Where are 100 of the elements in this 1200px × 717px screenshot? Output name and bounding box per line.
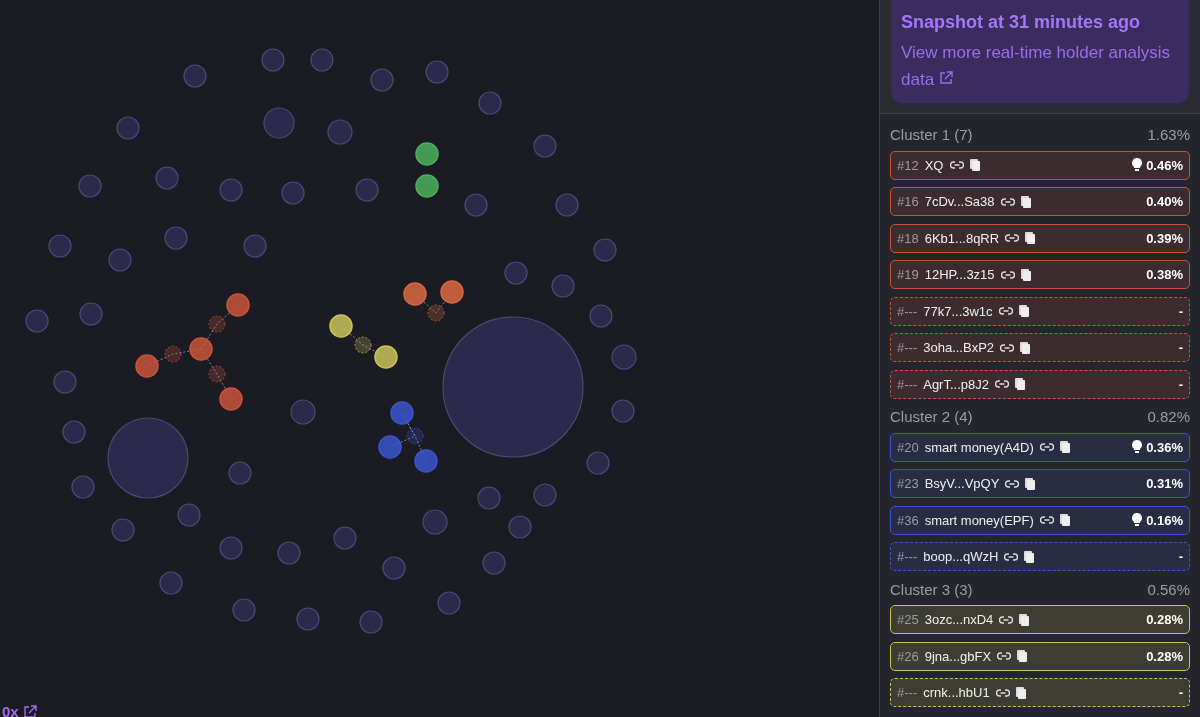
holder-node[interactable] [243, 234, 267, 258]
holder-row[interactable]: #--- AgrT...p8J2 - [890, 369, 1190, 399]
copy-icon[interactable] [1017, 650, 1028, 662]
holder-node[interactable] [589, 304, 613, 328]
holder-node[interactable] [437, 591, 461, 615]
holder-node[interactable] [310, 48, 334, 72]
holder-node[interactable] [155, 166, 179, 190]
copy-icon[interactable] [1025, 477, 1036, 490]
external-link-icon[interactable] [938, 71, 953, 85]
copy-icon[interactable] [1019, 613, 1030, 626]
holder-node[interactable] [135, 354, 159, 378]
link-icon[interactable] [995, 687, 1010, 698]
dashed-node[interactable] [164, 345, 182, 363]
dashed-node[interactable] [427, 304, 445, 322]
holder-row[interactable]: #23 BsyV...VpQY 0.31% [890, 469, 1190, 498]
holder-node[interactable] [593, 238, 617, 262]
holder-node[interactable] [333, 526, 357, 550]
holder-node[interactable] [611, 344, 637, 370]
holder-row[interactable]: #36 smart money(EPF) 0.16% [890, 505, 1190, 535]
holder-row[interactable]: #--- 3oha...BxP2 - [890, 333, 1190, 362]
copy-icon[interactable] [969, 159, 980, 171]
link-icon[interactable] [1000, 196, 1015, 207]
copy-icon[interactable] [1025, 232, 1036, 244]
holder-node[interactable] [281, 181, 305, 205]
holder-node[interactable] [53, 370, 77, 394]
link-icon[interactable] [999, 614, 1014, 625]
holder-node[interactable] [482, 551, 506, 575]
holder-node[interactable] [78, 174, 102, 198]
holder-row[interactable]: #16 7cDv...Sa38 0.40% [890, 187, 1190, 216]
holder-node[interactable] [374, 345, 398, 369]
holder-node[interactable] [25, 309, 49, 333]
link-icon[interactable] [1000, 342, 1015, 353]
copy-icon[interactable] [1018, 305, 1029, 317]
dashed-node[interactable] [208, 365, 226, 383]
holder-node[interactable] [329, 314, 353, 338]
holder-row[interactable]: #--- 77k7...3w1c - [890, 296, 1190, 326]
holder-node[interactable] [79, 302, 103, 326]
holder-node[interactable] [504, 261, 528, 285]
holder-node[interactable] [425, 60, 449, 84]
holder-node[interactable] [390, 401, 414, 425]
holder-node[interactable] [290, 399, 316, 425]
holder-node[interactable] [533, 483, 557, 507]
holder-row[interactable]: #20 smart money(A4D) 0.36% [890, 432, 1190, 462]
holder-node[interactable] [508, 515, 532, 539]
copy-icon[interactable] [1059, 514, 1070, 526]
holder-node[interactable] [219, 387, 243, 411]
holder-node[interactable] [189, 337, 213, 361]
holder-node[interactable] [586, 451, 610, 475]
holder-node[interactable] [62, 420, 86, 444]
holder-row[interactable]: #--- crnk...hbU1 - [890, 678, 1190, 707]
link-icon[interactable] [1000, 269, 1015, 280]
copy-icon[interactable] [1020, 341, 1031, 354]
holder-node[interactable] [116, 116, 140, 140]
link-icon[interactable] [995, 379, 1009, 389]
copy-icon[interactable] [1024, 550, 1035, 563]
holder-node[interactable] [611, 399, 635, 423]
holder-node[interactable] [403, 282, 427, 306]
holder-node[interactable] [71, 475, 95, 499]
holder-node[interactable] [551, 274, 575, 298]
holder-node[interactable] [263, 107, 295, 139]
holder-node[interactable] [183, 64, 207, 88]
copy-icon[interactable] [1015, 378, 1025, 390]
link-icon[interactable] [997, 651, 1012, 661]
holder-node[interactable] [111, 518, 135, 542]
holder-node[interactable] [415, 174, 439, 198]
holder-node[interactable] [414, 449, 438, 473]
holder-node[interactable] [355, 178, 379, 202]
holder-node[interactable] [296, 607, 320, 631]
holder-node[interactable] [382, 556, 406, 580]
holder-row[interactable]: #18 6Kb1...8qRR 0.39% [890, 223, 1190, 253]
holder-row[interactable]: #19 12HP...3z15 0.38% [890, 260, 1190, 289]
external-link-icon[interactable] [22, 704, 37, 717]
holder-node[interactable] [261, 48, 285, 72]
dashed-node[interactable] [208, 315, 226, 333]
copy-icon[interactable] [1020, 268, 1031, 281]
holder-node[interactable] [108, 248, 132, 272]
link-icon[interactable] [949, 160, 964, 170]
copy-icon[interactable] [1059, 441, 1070, 453]
holder-row[interactable]: #26 9jna...gbFX 0.28% [890, 641, 1190, 671]
holder-node[interactable] [177, 503, 201, 527]
holder-node[interactable] [107, 417, 189, 499]
link-icon[interactable] [1039, 442, 1054, 452]
holder-row[interactable]: #--- boop...qWzH - [890, 542, 1190, 571]
holder-row[interactable]: #12 XQ 0.46% [890, 150, 1190, 180]
holder-node[interactable] [219, 178, 243, 202]
link-icon[interactable] [1039, 515, 1054, 525]
holder-node[interactable] [415, 142, 439, 166]
holder-node[interactable] [226, 293, 250, 317]
holder-node[interactable] [277, 541, 301, 565]
holder-node[interactable] [533, 134, 557, 158]
link-icon[interactable] [1004, 551, 1019, 562]
holder-node[interactable] [442, 316, 584, 458]
dashed-node[interactable] [354, 336, 372, 354]
address-link[interactable]: 0x [2, 703, 37, 717]
holder-node[interactable] [378, 435, 402, 459]
holder-node[interactable] [219, 536, 243, 560]
holder-node[interactable] [370, 68, 394, 92]
holder-node[interactable] [478, 91, 502, 115]
link-icon[interactable] [1005, 233, 1020, 243]
copy-icon[interactable] [1020, 195, 1031, 208]
